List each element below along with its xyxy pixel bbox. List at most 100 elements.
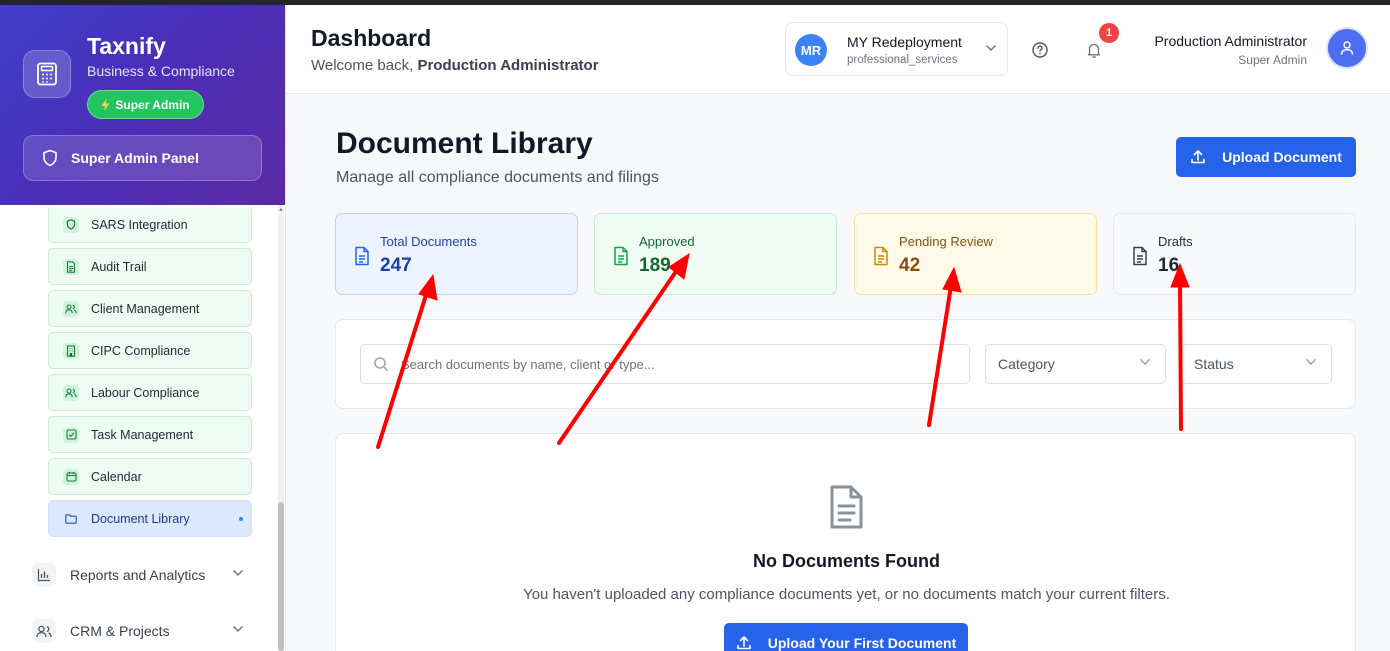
bell-icon[interactable] [1084,40,1104,60]
stat-label: Pending Review [899,234,993,249]
sidebar-item-sars-integration[interactable]: SARS Integration [48,206,252,243]
sidebar-item-label: Task Management [91,427,194,442]
search-box[interactable] [360,344,970,384]
sidebar-item-document-library[interactable]: Document Library [48,500,252,537]
chevron-down-icon [232,625,244,633]
organization-selector[interactable]: MR MY Redeployment professional_services [785,22,1008,76]
document-icon [355,246,369,266]
sidebar-section-label: CRM & Projects [70,623,170,639]
sidebar-item-client-management[interactable]: Client Management [48,290,252,327]
search-input[interactable] [401,356,941,372]
category-select-value: Category [998,356,1055,372]
stat-value: 42 [899,255,921,276]
document-library-subtitle: Manage all compliance documents and fili… [336,169,659,186]
user-avatar[interactable] [1326,27,1368,69]
welcome-user-name: Production Administrator [417,57,599,74]
search-icon [374,357,388,371]
help-icon[interactable] [1030,40,1050,60]
empty-state-title: No Documents Found [753,551,940,571]
chevron-down-icon [232,569,244,577]
upload-icon [736,636,751,650]
sidebar-item-cipc-compliance[interactable]: CIPC Compliance [48,332,252,369]
page-title: Dashboard [311,25,432,51]
stat-value: 16 [1158,255,1180,276]
sidebar-item-label: Client Management [91,301,200,316]
chevron-down-icon [1306,359,1316,365]
sidebar-item-label: CIPC Compliance [91,343,191,358]
sidebar-item-label: Document Library [91,511,190,526]
lightning-icon [101,98,110,111]
status-select-value: Status [1194,356,1234,372]
sidebar: Taxnify Business & Compliance Super Admi… [0,5,286,651]
welcome-prefix: Welcome back, [311,57,414,74]
bar-chart-icon [32,563,56,587]
stat-label: Total Documents [380,234,477,249]
users-icon [63,300,79,317]
welcome-message: Welcome back, Production Administrator [311,57,599,74]
sidebar-item-label: SARS Integration [91,217,188,232]
org-avatar: MR [795,34,827,66]
document-icon [874,246,888,266]
filter-bar: Category Status [335,319,1356,409]
user-name: Production Administrator [1154,33,1307,49]
sidebar-scrollbar-thumb[interactable] [278,502,284,651]
upload-icon [1191,150,1205,164]
stat-value: 247 [380,255,412,276]
stat-card-total-documents: Total Documents 247 [335,213,578,295]
notification-count-badge: 1 [1099,23,1119,43]
document-icon [830,485,863,529]
stat-label: Approved [639,234,695,249]
users-icon [32,619,56,643]
sidebar-item-label: Labour Compliance [91,385,200,400]
sidebar-item-label: Audit Trail [91,259,147,274]
shield-icon [63,216,79,233]
status-select[interactable]: Status [1181,344,1332,384]
upload-document-button[interactable]: Upload Document [1176,137,1356,177]
sidebar-nav: SARS Integration Audit Trail Client Mana… [48,206,252,542]
sidebar-section-crm-and-projects[interactable]: CRM & Projects [32,616,250,646]
upload-first-document-button[interactable]: Upload Your First Document [724,623,968,651]
super-admin-panel-label: Super Admin Panel [71,150,199,166]
upload-first-document-label: Upload Your First Document [767,635,957,651]
calendar-icon [63,468,79,485]
stat-card-pending-review: Pending Review 42 [854,213,1097,295]
org-type: professional_services [847,54,958,66]
checkbox-icon [63,426,79,443]
top-header: Dashboard Welcome back, Production Admin… [286,5,1390,94]
active-indicator-dot [239,517,243,521]
sidebar-section-label: Reports and Analytics [70,567,206,583]
user-role: Super Admin [1238,53,1307,67]
building-icon [63,342,79,359]
sidebar-section-reports-and-analytics[interactable]: Reports and Analytics [32,560,250,590]
stat-card-approved: Approved 189 [594,213,837,295]
brand-name: Taxnify [87,33,166,59]
brand-header: Taxnify Business & Compliance Super Admi… [0,5,285,205]
stat-card-drafts: Drafts 16 [1113,213,1356,295]
org-name: MY Redeployment [847,34,962,50]
sidebar-item-labour-compliance[interactable]: Labour Compliance [48,374,252,411]
user-icon [1340,41,1354,55]
chevron-down-icon [986,45,996,51]
upload-document-label: Upload Document [1222,149,1342,165]
empty-state-text: You haven't uploaded any compliance docu… [523,586,1170,603]
stat-value: 189 [639,255,671,276]
document-icon [1133,246,1147,266]
super-admin-badge-label: Super Admin [115,97,190,112]
stat-label: Drafts [1158,234,1193,249]
super-admin-panel-button[interactable]: Super Admin Panel [23,135,262,181]
sidebar-item-calendar[interactable]: Calendar [48,458,252,495]
calculator-icon [23,50,71,98]
scroll-up-arrow-icon[interactable]: ▲ [278,206,284,214]
super-admin-badge: Super Admin [87,90,204,119]
sidebar-item-label: Calendar [91,469,142,484]
shield-icon [43,149,57,167]
sidebar-item-audit-trail[interactable]: Audit Trail [48,248,252,285]
document-icon [614,246,628,266]
category-select[interactable]: Category [985,344,1166,384]
brand-subtitle: Business & Compliance [87,63,235,79]
sidebar-item-task-management[interactable]: Task Management [48,416,252,453]
chevron-down-icon [1140,359,1150,365]
window-top-strip [0,0,1390,5]
empty-state-card: No Documents Found You haven't uploaded … [335,433,1356,651]
users-icon [63,384,79,401]
